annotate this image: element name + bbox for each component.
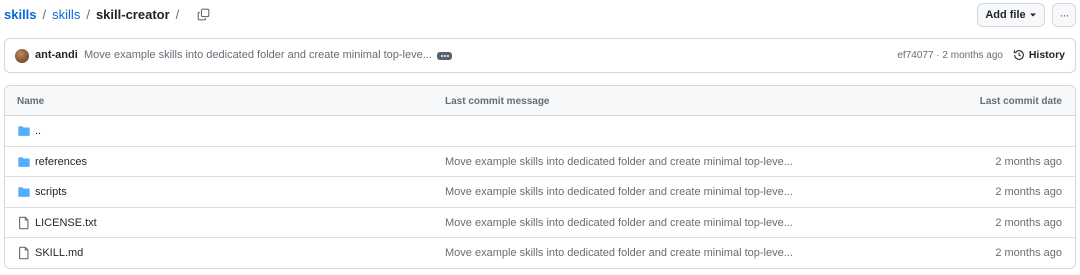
history-button[interactable]: History <box>1013 49 1065 61</box>
commit-message-link[interactable]: Move example skills into dedicated folde… <box>84 49 432 61</box>
column-header-message: Last commit message <box>445 96 550 107</box>
commit-message-link[interactable]: Move example skills into dedicated folde… <box>445 156 793 168</box>
file-name-link[interactable]: scripts <box>35 186 67 198</box>
folder-icon <box>18 156 30 167</box>
table-row[interactable]: SKILL.md Move example skills into dedica… <box>5 238 1075 268</box>
breadcrumb-current: skill-creator <box>95 6 170 22</box>
commit-date: 2 months ago <box>995 155 1062 168</box>
commit-date: 2 months ago <box>995 186 1062 198</box>
commit-date: 2 months ago <box>995 247 1062 259</box>
history-icon <box>1013 50 1024 60</box>
breadcrumb: skills / skills / skill-creator / <box>4 6 211 22</box>
breadcrumb-repo-link[interactable]: skills <box>4 7 37 22</box>
table-row-parent-directory[interactable]: .. <box>5 116 1075 147</box>
file-icon <box>19 216 29 229</box>
ellipsis-dot <box>446 55 449 57</box>
breadcrumb-folder-link[interactable]: skills <box>52 7 80 22</box>
folder-icon <box>18 126 30 136</box>
triangle-down-icon <box>1029 13 1036 17</box>
breadcrumb-separator: / <box>175 6 180 22</box>
folder-icon <box>18 187 30 197</box>
file-name-link[interactable]: LICENSE.txt <box>35 217 97 229</box>
table-row[interactable]: scripts Move example skills into dedicat… <box>5 177 1075 208</box>
breadcrumb-separator: / <box>42 6 47 22</box>
latest-commit-bar: ant-andi Move example skills into dedica… <box>4 38 1076 73</box>
copy-icon <box>197 8 210 20</box>
history-label: History <box>1028 49 1065 61</box>
add-file-label: Add file <box>985 9 1026 21</box>
commit-message-link[interactable]: Move example skills into dedicated folde… <box>445 217 793 229</box>
file-name-link[interactable]: .. <box>35 125 41 137</box>
table-row[interactable]: references Move example skills into dedi… <box>5 147 1075 177</box>
commit-author-link[interactable]: ant-andi <box>35 49 78 61</box>
more-options-button[interactable]: ··· <box>1052 3 1076 27</box>
column-header-name: Name <box>17 96 45 107</box>
ellipsis-dot <box>440 55 443 57</box>
top-bar: skills / skills / skill-creator / Add fi… <box>0 0 1080 30</box>
table-row[interactable]: LICENSE.txt Move example skills into ded… <box>5 208 1075 238</box>
ellipsis-dot <box>443 55 446 57</box>
file-table: Name Last commit message Last commit dat… <box>4 85 1076 269</box>
expand-commit-message-button[interactable] <box>437 52 452 60</box>
kebab-horizontal-icon: ··· <box>1059 8 1070 22</box>
file-icon <box>19 246 29 260</box>
commit-sha-and-time[interactable]: ef74077 · 2 months ago <box>897 50 1003 61</box>
file-name-link[interactable]: SKILL.md <box>35 247 83 259</box>
file-name-link[interactable]: references <box>35 156 87 168</box>
commit-message-link[interactable]: Move example skills into dedicated folde… <box>445 247 793 259</box>
column-header-date: Last commit date <box>979 96 1062 107</box>
commit-date: 2 months ago <box>995 216 1062 229</box>
commit-message-link[interactable]: Move example skills into dedicated folde… <box>445 186 793 198</box>
breadcrumb-separator: / <box>86 6 90 22</box>
add-file-button[interactable]: Add file <box>977 3 1045 27</box>
file-table-header: Name Last commit message Last commit dat… <box>5 86 1075 116</box>
avatar[interactable] <box>15 49 29 63</box>
copy-path-button[interactable] <box>195 6 211 22</box>
